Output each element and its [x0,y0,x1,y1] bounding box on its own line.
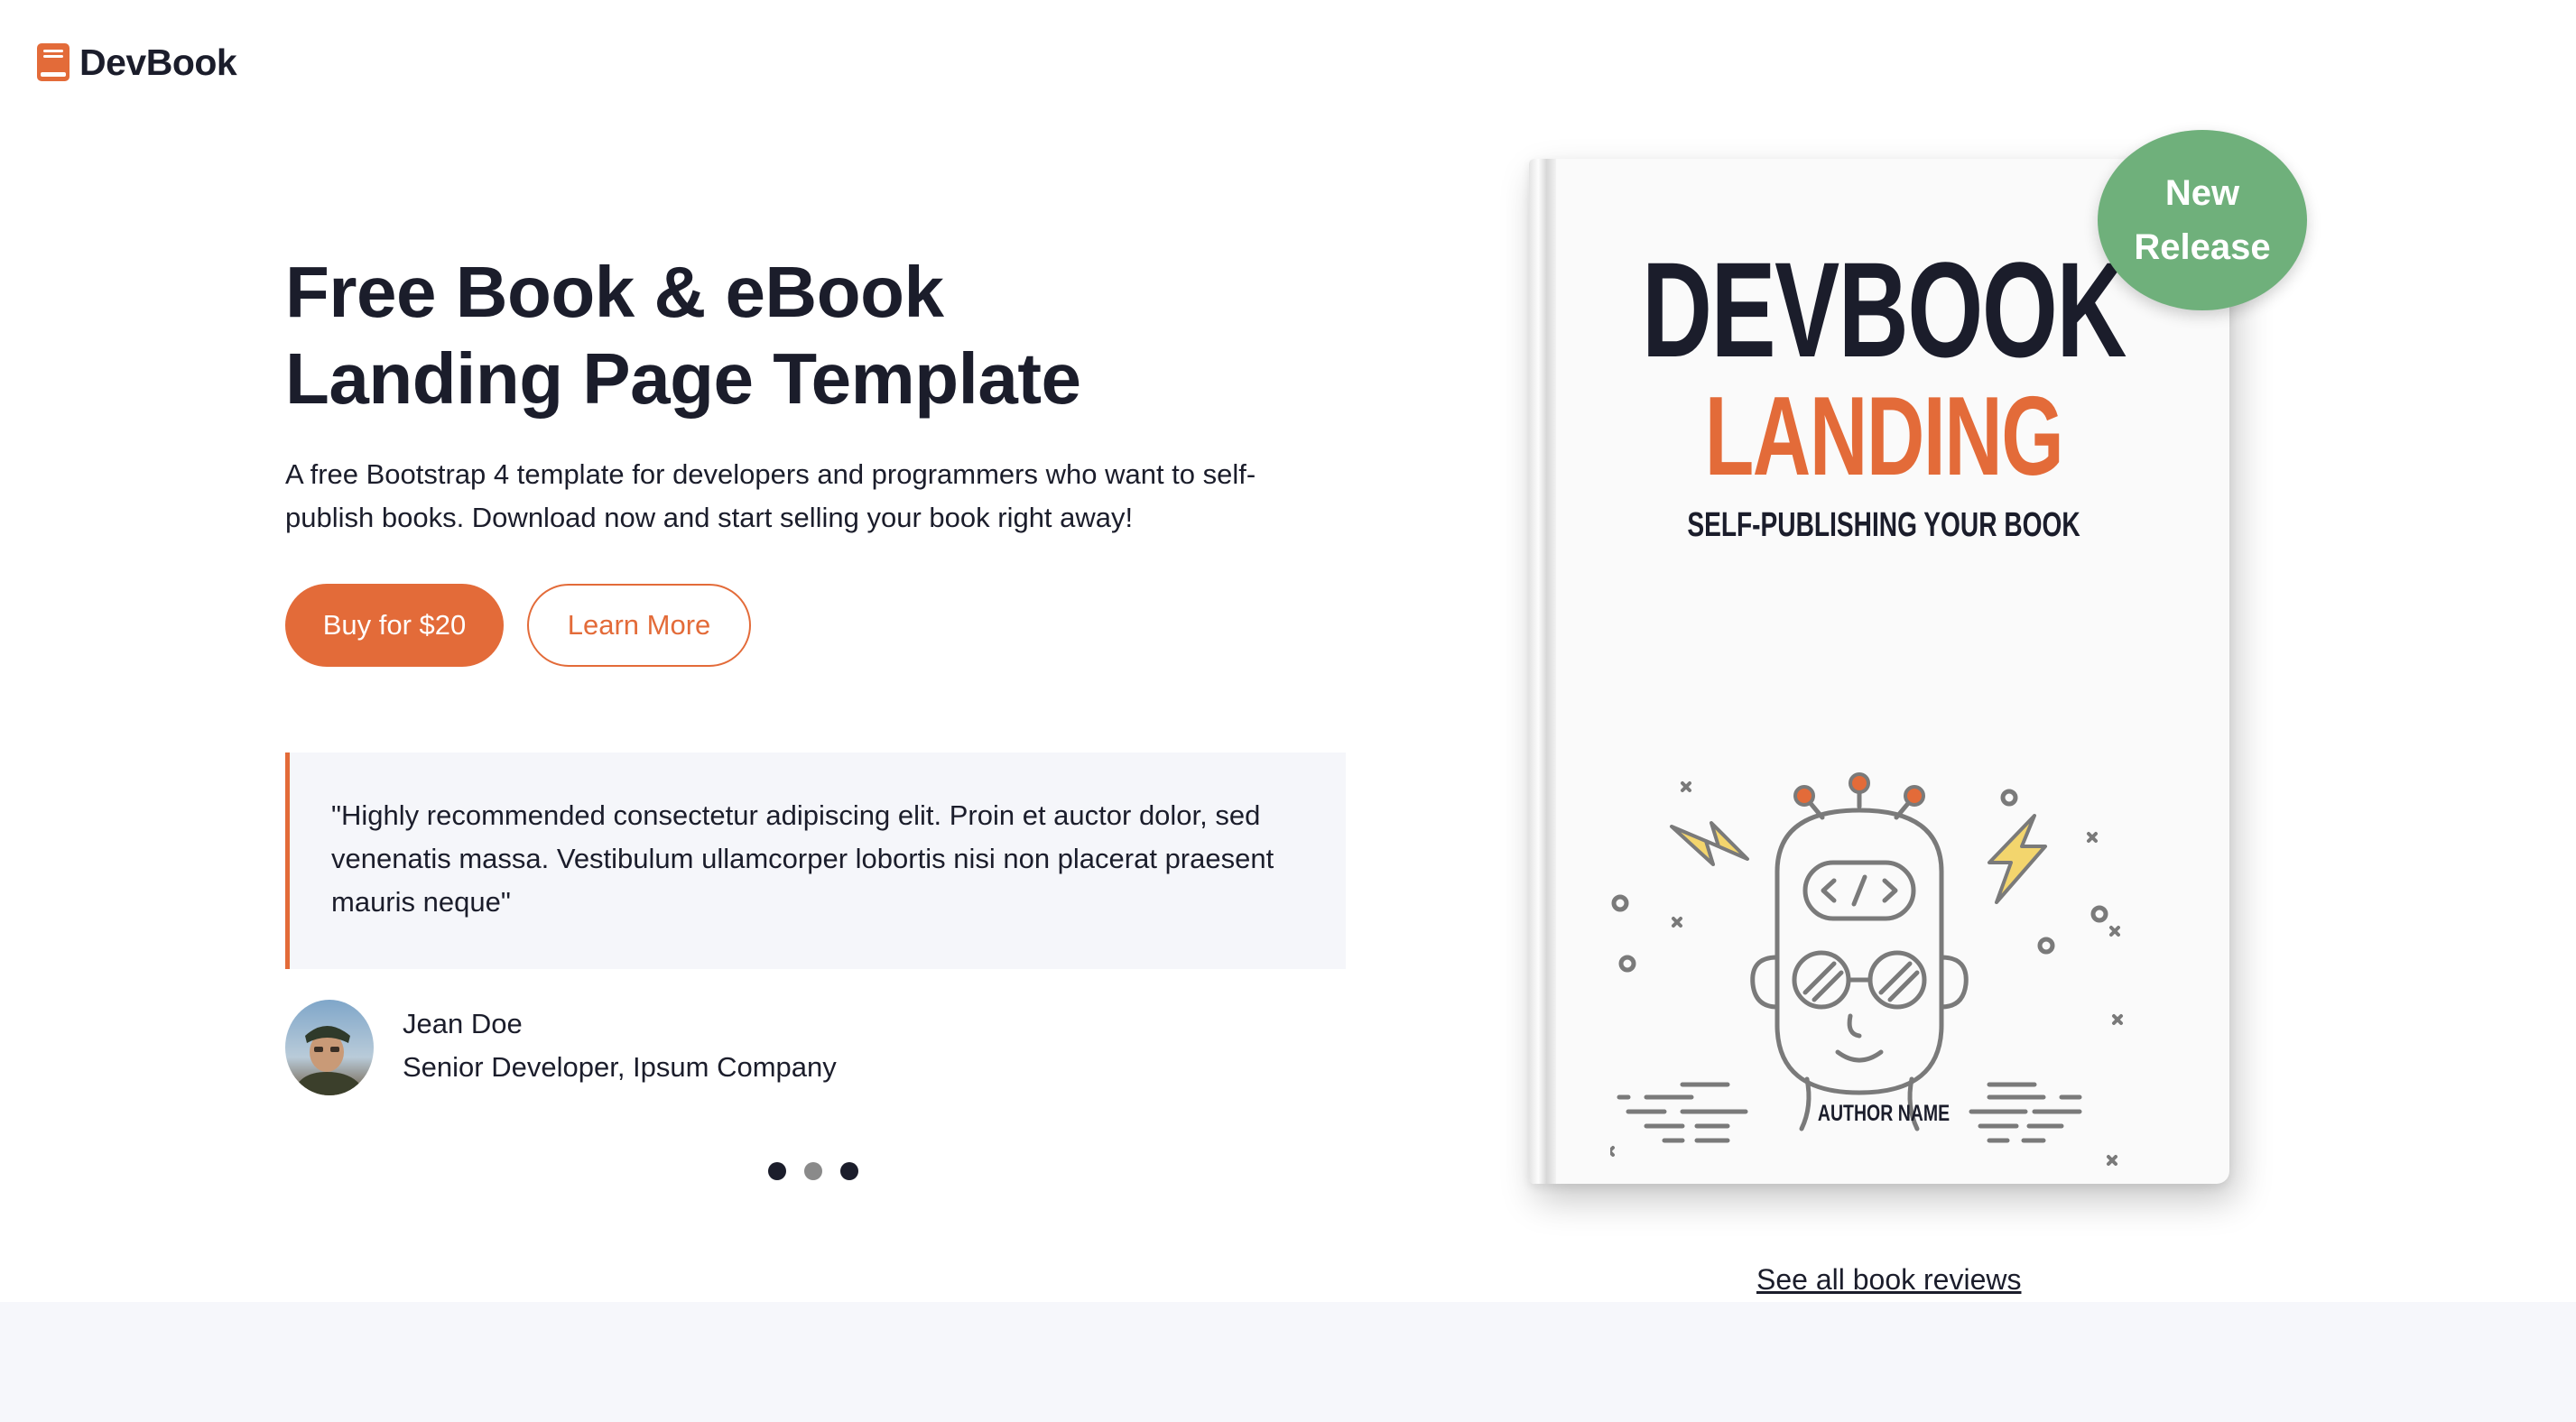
testimonial-quote: "Highly recommended consectetur adipisci… [285,753,1346,969]
carousel-dot-3[interactable] [840,1162,858,1180]
avatar [285,1000,374,1095]
page-title: Free Book & eBook Landing Page Template [285,249,1368,422]
book-title-accent: LANDING [1704,374,2064,499]
title-line-1: Free Book & eBook [285,252,944,332]
badge-line-1: New [2164,173,2240,213]
learn-more-button[interactable]: Learn More [527,584,751,667]
buy-button[interactable]: Buy for $20 [285,584,504,667]
carousel-dot-1[interactable] [768,1162,786,1180]
book-subtitle: SELF-PUBLISHING YOUR BOOK [1687,506,2080,544]
brand-logo[interactable]: DevBook [36,40,237,85]
see-all-reviews-link[interactable]: See all book reviews [1756,1258,2021,1301]
book-author: AUTHOR NAME [1817,1101,1951,1126]
brand-name: DevBook [79,41,237,83]
title-line-2: Landing Page Template [285,338,1081,419]
book-icon [37,43,69,81]
testimonial-author: Jean Doe [403,1008,523,1039]
quote-text: "Highly recommended consectetur adipisci… [331,799,1274,918]
next-section-band [0,1302,2576,1422]
badge-line-2: Release [2134,227,2271,267]
testimonial-role: Senior Developer, Ipsum Company [403,1051,837,1083]
carousel-dot-2[interactable] [804,1162,822,1180]
avatar-photo [285,1000,374,1095]
new-release-badge: New Release [2098,130,2307,310]
book-title: DEVBOOK [1642,234,2127,385]
book-cover: DEVBOOK LANDING SELF-PUBLISHING YOUR BOO… [1529,159,2229,1184]
book-spine [1529,159,1556,1184]
carousel-indicators [768,1162,858,1180]
hero-intro: A free Bootstrap 4 template for develope… [285,458,1256,533]
developer-head-icon [1610,772,2123,1166]
